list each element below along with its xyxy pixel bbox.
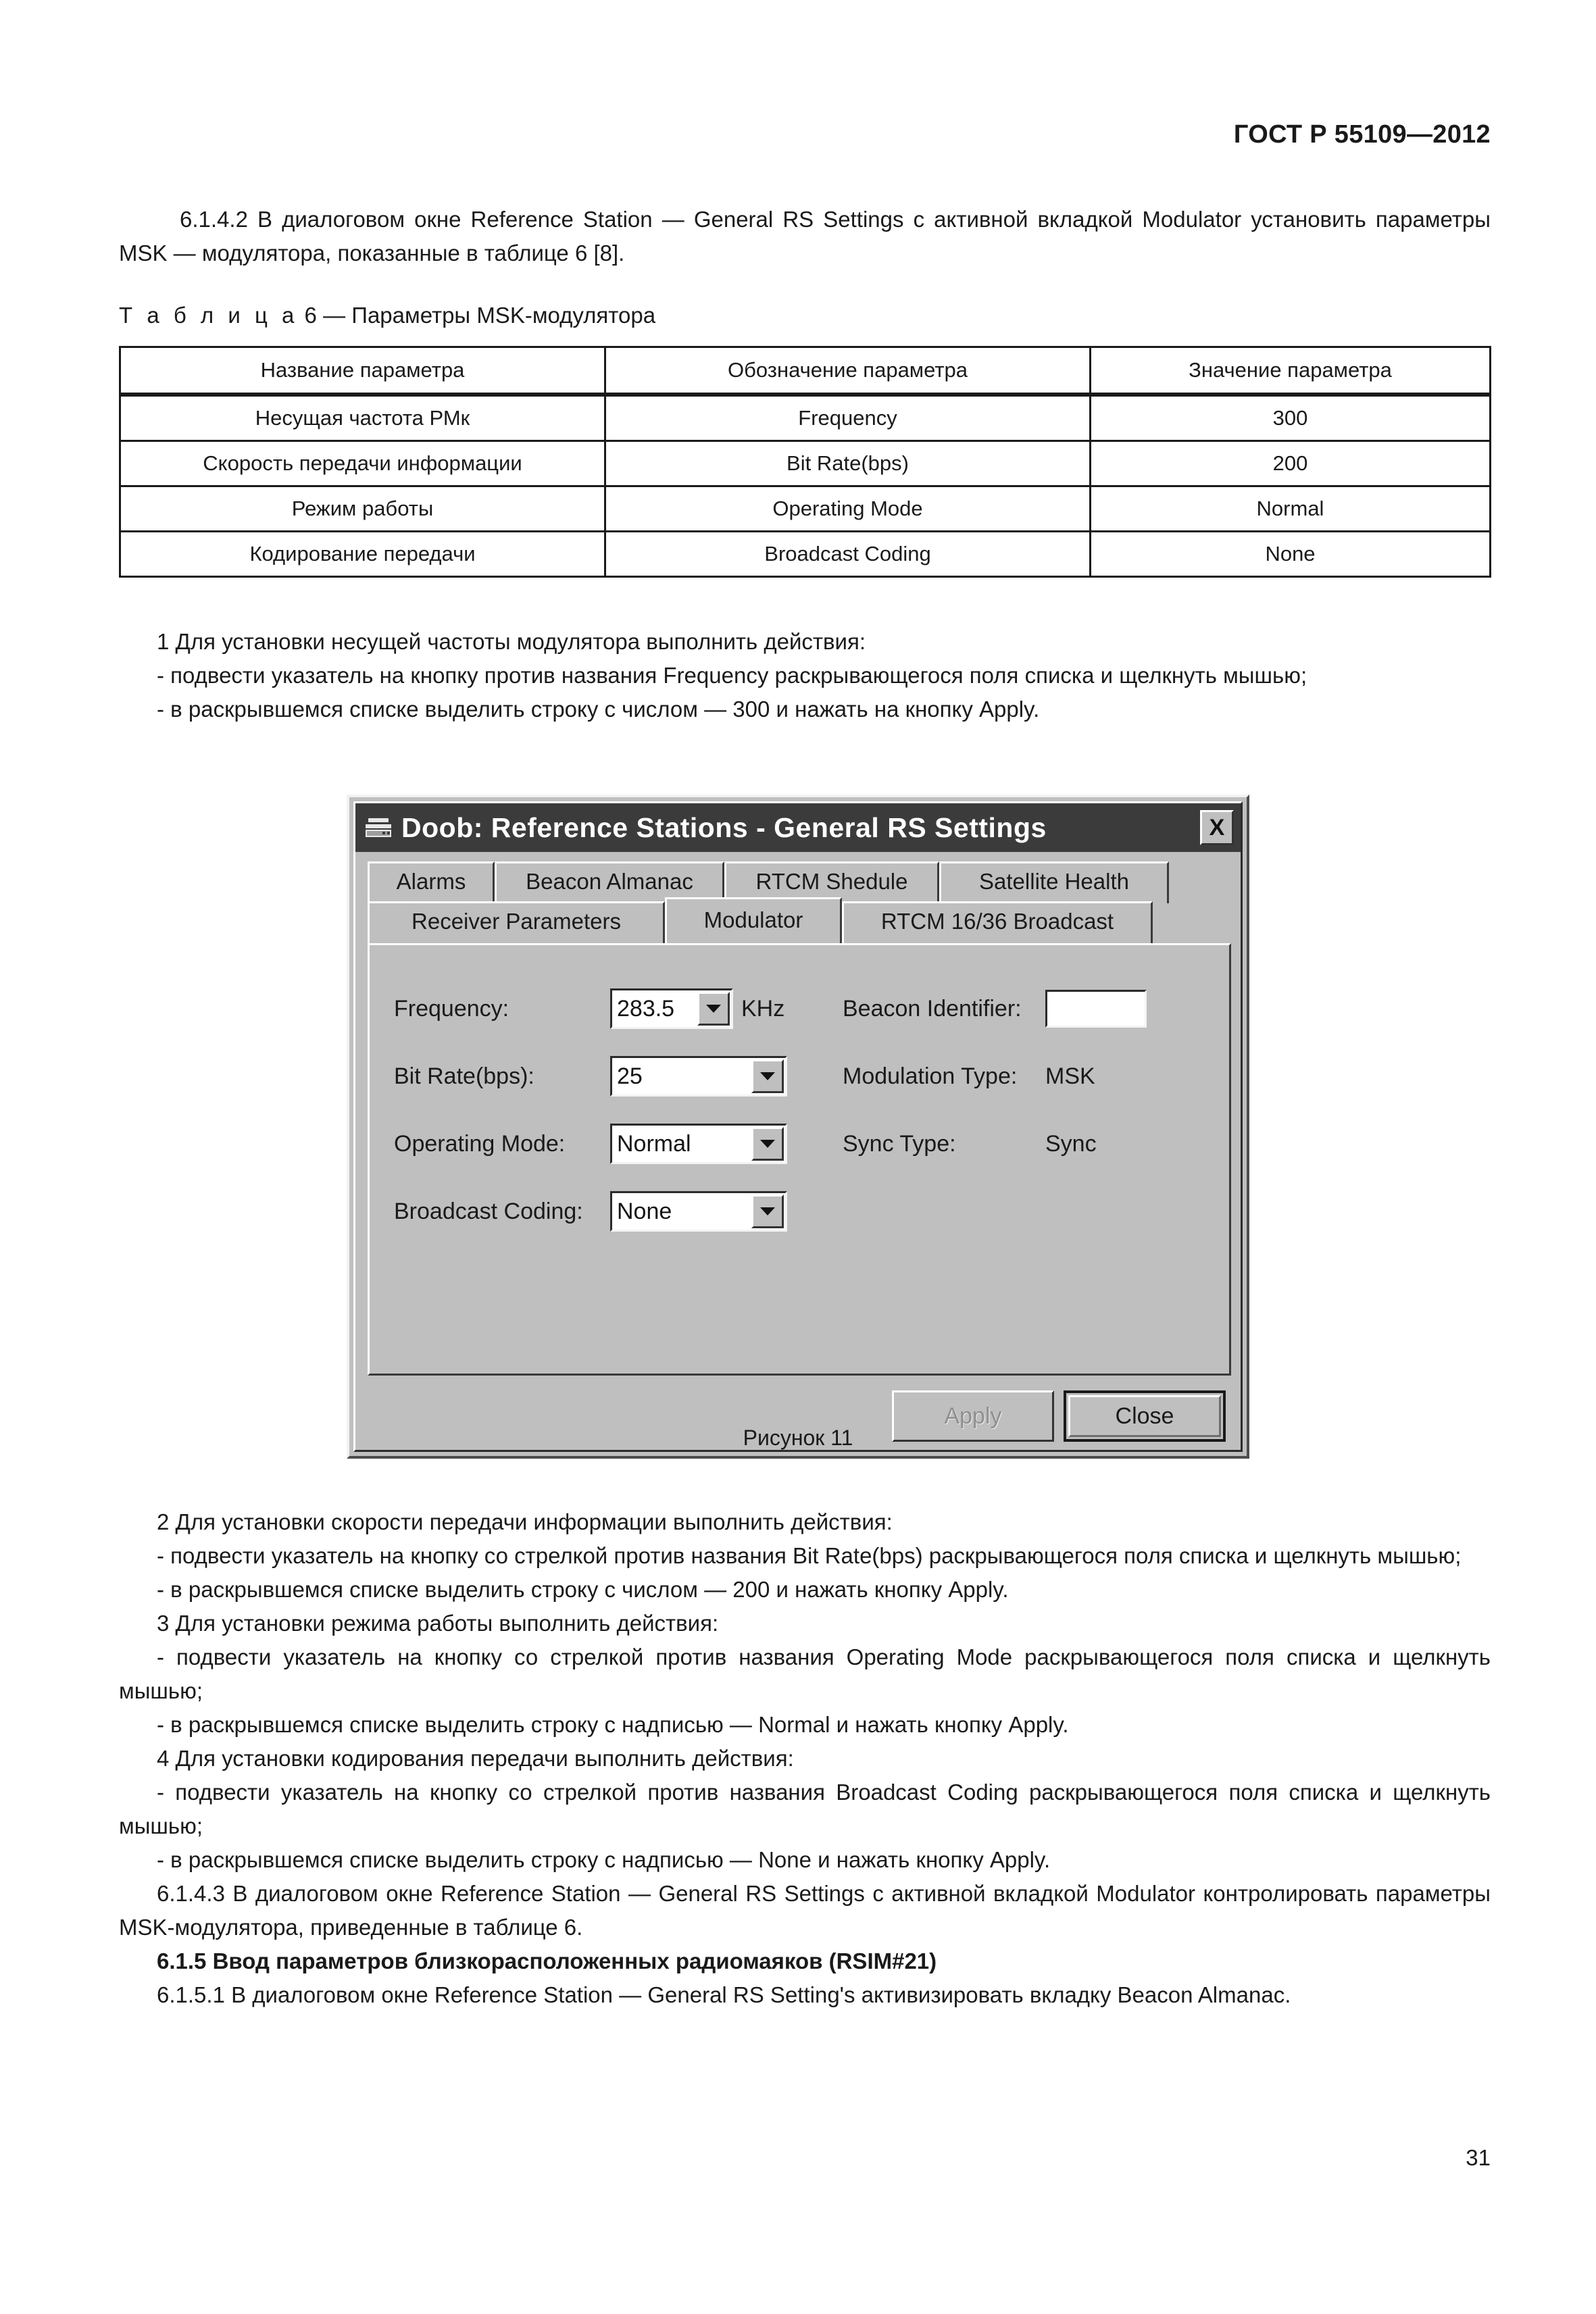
rs-settings-dialog: Doob: Reference Stations - General RS Se… <box>347 795 1249 1459</box>
bitrate-label: Bit Rate(bps): <box>394 1063 534 1089</box>
dialog-titlebar[interactable]: Doob: Reference Stations - General RS Se… <box>355 803 1241 852</box>
tab-row-2: Receiver Parameters Modulator RTCM 16/36… <box>355 897 1241 943</box>
bitrate-combobox[interactable]: 25 <box>610 1056 787 1097</box>
modulator-right-column: Beacon Identifier: Modulation Type: MSK … <box>843 984 1207 1187</box>
beacon-identifier-field-row: Beacon Identifier: <box>843 984 1207 1033</box>
operating-mode-value: Normal <box>612 1126 751 1162</box>
tab-alarms[interactable]: Alarms <box>368 861 495 903</box>
paragraph-6-1-4-2: 6.1.4.2 В диалоговом окне Reference Stat… <box>119 207 1491 266</box>
tab-modulator[interactable]: Modulator <box>665 897 842 943</box>
table-row: Режим работы Operating Mode Normal <box>119 485 1491 532</box>
table-cell: Скорость передачи информации <box>119 440 606 487</box>
bitrate-field-row: Bit Rate(bps): 25 <box>394 1052 813 1101</box>
table-header-row: Название параметра Обозначение параметра… <box>119 346 1491 396</box>
frequency-field-row: Frequency: 283.5 KHz <box>394 984 813 1033</box>
document-page: ГОСТ Р 55109—2012 6.1.4.2 В диалоговом о… <box>0 0 1596 2314</box>
list2-item-1: - подвести указатель на кнопку со стрелк… <box>157 1543 1462 1568</box>
table-row: Кодирование передачи Broadcast Coding No… <box>119 530 1491 578</box>
table-cell: Режим работы <box>119 485 606 532</box>
figure-caption: Рисунок 11 <box>743 1426 853 1450</box>
table-row: Скорость передачи информации Bit Rate(bp… <box>119 440 1491 487</box>
heading-6-1-5: 6.1.5 Ввод параметров близкорасположенны… <box>157 1948 937 1973</box>
document-content-top: 6.1.4.2 В диалоговом окне Reference Stat… <box>119 203 1491 726</box>
table-caption: Т а б л и ц а 6 — Параметры MSK-модулято… <box>119 300 1491 331</box>
sync-type-label: Sync Type: <box>843 1130 956 1157</box>
modulation-type-field-row: Modulation Type: MSK <box>843 1052 1207 1101</box>
tab-receiver-parameters[interactable]: Receiver Parameters <box>368 901 665 943</box>
table-cell: Normal <box>1089 485 1491 532</box>
broadcast-coding-field-row: Broadcast Coding: None <box>394 1187 813 1236</box>
chevron-down-icon[interactable] <box>697 992 730 1026</box>
list4-heading: 4 Для установки кодирования передачи вып… <box>157 1746 794 1771</box>
table-cell: Operating Mode <box>604 485 1091 532</box>
sync-type-field-row: Sync Type: Sync <box>843 1120 1207 1168</box>
close-icon[interactable]: X <box>1200 810 1234 845</box>
list3-heading: 3 Для установки режима работы выполнить … <box>157 1611 719 1636</box>
table-cell: None <box>1089 530 1491 578</box>
table-caption-rest: 6 — Параметры MSK-модулятора <box>304 303 656 328</box>
paragraph-6-1-4-3: 6.1.4.3 В диалоговом окне Reference Stat… <box>119 1881 1491 1940</box>
modulation-type-label: Modulation Type: <box>843 1063 1018 1089</box>
table-header-cell: Обозначение параметра <box>604 346 1091 396</box>
standard-header: ГОСТ Р 55109—2012 <box>1233 120 1491 149</box>
tab-satellite-health[interactable]: Satellite Health <box>939 861 1169 903</box>
frequency-label: Frequency: <box>394 995 509 1022</box>
parameters-table: Название параметра Обозначение параметра… <box>119 346 1491 578</box>
table-cell: Кодирование передачи <box>119 530 606 578</box>
frequency-unit-label: KHz <box>741 995 785 1022</box>
operating-mode-combobox[interactable]: Normal <box>610 1124 787 1164</box>
list4-item-1: - подвести указатель на кнопку со стрелк… <box>119 1780 1491 1838</box>
list1-heading: 1 Для установки несущей частоты модулято… <box>157 629 866 654</box>
list3-item-2: - в раскрывшемся списке выделить строку … <box>157 1712 1069 1737</box>
figure-11: Doob: Reference Stations - General RS Se… <box>0 795 1596 1459</box>
frequency-value: 283.5 <box>612 990 697 1027</box>
list2-item-2: - в раскрывшемся списке выделить строку … <box>157 1577 1009 1602</box>
page-number: 31 <box>1466 2145 1491 2170</box>
bitrate-value: 25 <box>612 1058 751 1095</box>
chevron-down-icon[interactable] <box>751 1194 784 1228</box>
chevron-down-icon[interactable] <box>751 1059 784 1093</box>
list4-item-2: - в раскрывшемся списке выделить строку … <box>157 1847 1051 1872</box>
table-cell: Broadcast Coding <box>604 530 1091 578</box>
table-cell: Несущая частота РМк <box>119 393 606 442</box>
table-cell: Bit Rate(bps) <box>604 440 1091 487</box>
sync-type-value: Sync <box>1045 1130 1097 1157</box>
broadcast-coding-label: Broadcast Coding: <box>394 1198 583 1224</box>
modulation-type-value: MSK <box>1045 1063 1095 1089</box>
table-cell: 200 <box>1089 440 1491 487</box>
operating-mode-label: Operating Mode: <box>394 1130 566 1157</box>
table-header-cell: Название параметра <box>119 346 606 396</box>
table-caption-prefix: Т а б л и ц а <box>119 303 299 328</box>
modulator-panel: Frequency: 283.5 KHz Bit Rate(bps): 25 O… <box>368 943 1231 1376</box>
table-row: Несущая частота РМк Frequency 300 <box>119 393 1491 442</box>
broadcast-coding-value: None <box>612 1193 751 1230</box>
tab-rtcm-16-36-broadcast[interactable]: RTCM 16/36 Broadcast <box>842 901 1153 943</box>
dialog-inner-frame: Doob: Reference Stations - General RS Se… <box>353 801 1243 1452</box>
broadcast-coding-combobox[interactable]: None <box>610 1191 787 1232</box>
list3-item-1: - подвести указатель на кнопку со стрелк… <box>119 1644 1491 1703</box>
list1-item-2: - в раскрывшемся списке выделить строку … <box>157 697 1040 722</box>
list1-item-1: - подвести указатель на кнопку против на… <box>157 663 1307 688</box>
document-content-bottom: 2 Для установки скорости передачи информ… <box>119 1505 1491 2012</box>
beacon-identifier-input[interactable] <box>1045 990 1147 1028</box>
frequency-combobox[interactable]: 283.5 <box>610 988 733 1029</box>
modulator-left-column: Frequency: 283.5 KHz Bit Rate(bps): 25 O… <box>394 984 813 1255</box>
operating-mode-field-row: Operating Mode: Normal <box>394 1120 813 1168</box>
chevron-down-icon[interactable] <box>751 1127 784 1161</box>
table-cell: Frequency <box>604 393 1091 442</box>
list2-heading: 2 Для установки скорости передачи информ… <box>157 1509 893 1534</box>
table-header-cell: Значение параметра <box>1089 346 1491 396</box>
dialog-title: Doob: Reference Stations - General RS Se… <box>401 811 1047 843</box>
paragraph-6-1-5-1: 6.1.5.1 В диалоговом окне Reference Stat… <box>157 1982 1291 2007</box>
table-cell: 300 <box>1089 393 1491 442</box>
tab-strip: Alarms Beacon Almanac RTCM Shedule Satel… <box>355 852 1241 943</box>
window-device-icon <box>365 818 392 838</box>
beacon-identifier-label: Beacon Identifier: <box>843 995 1022 1022</box>
